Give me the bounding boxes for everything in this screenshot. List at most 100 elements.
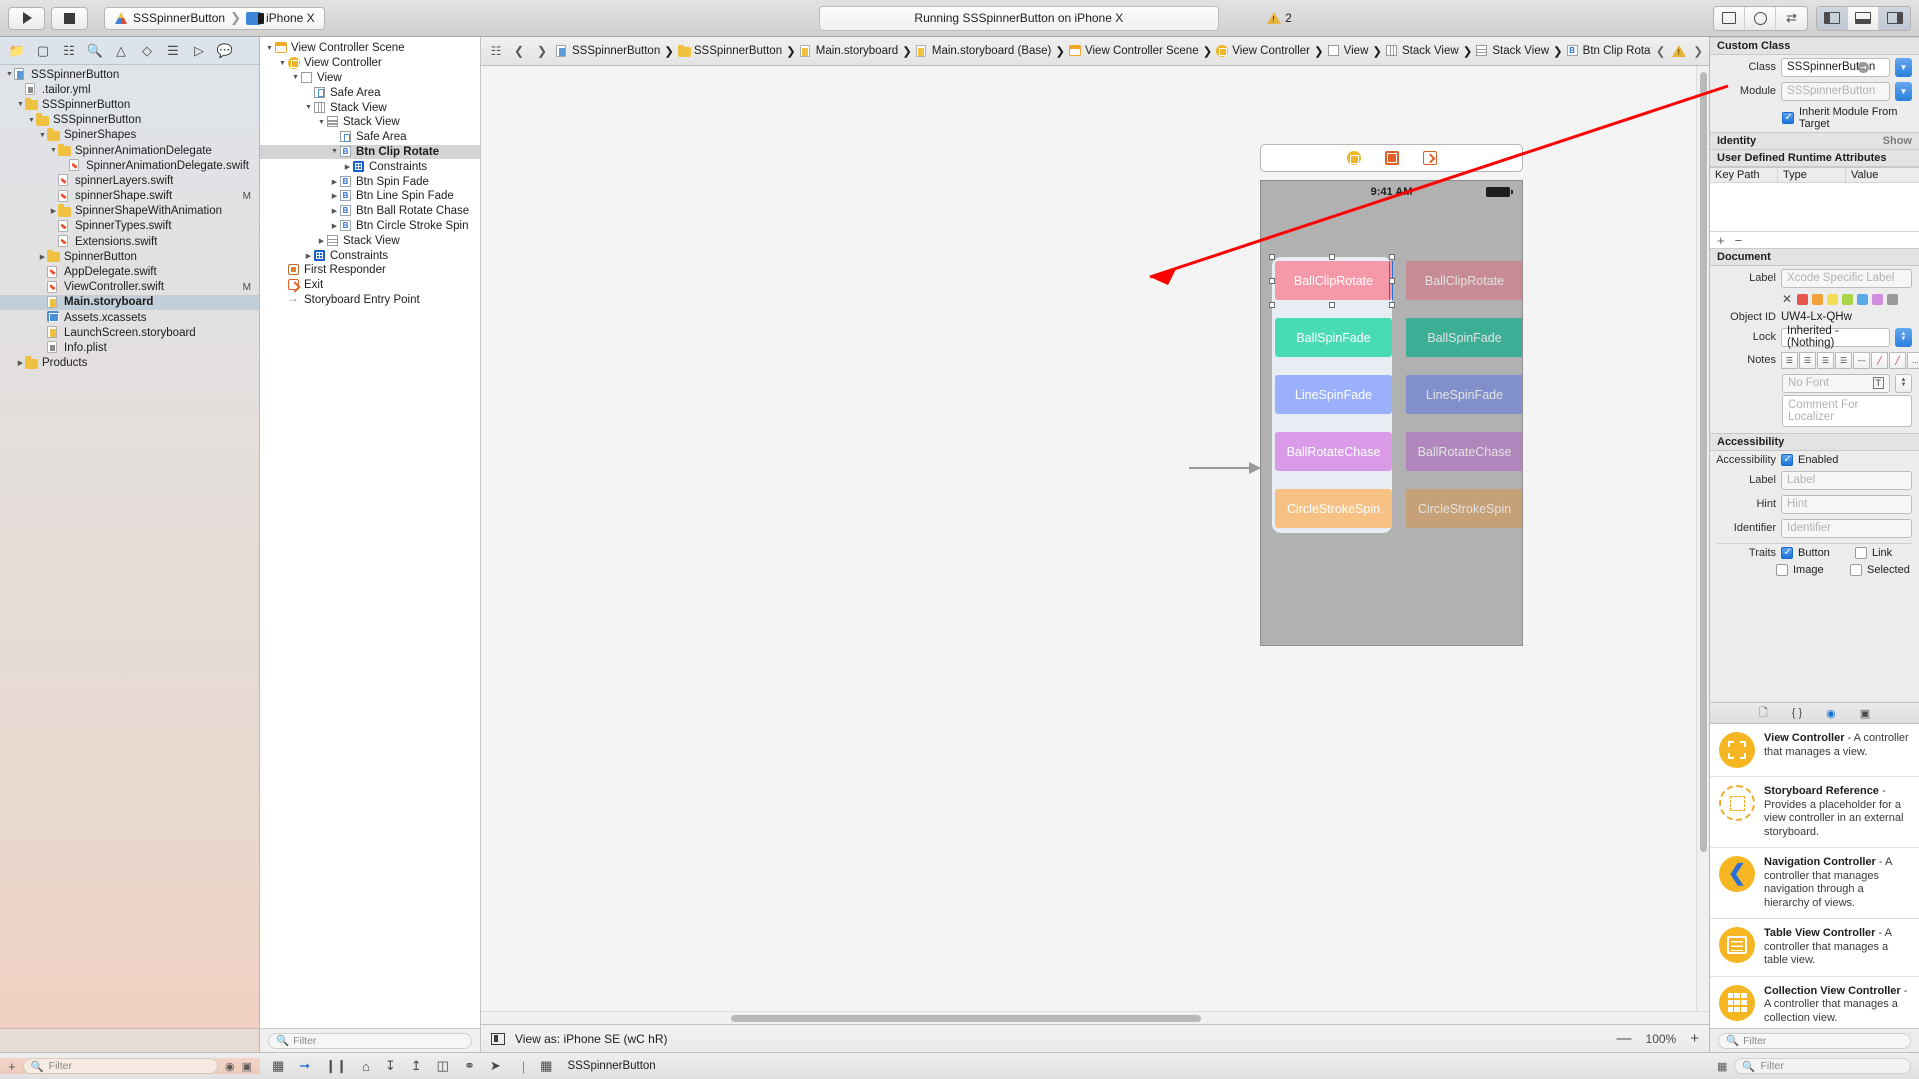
navigator-tabbar[interactable]: 📁 ▢ ☷ 🔍 △ ◇ ☰ ▷ 💬	[0, 37, 259, 65]
clear-icon[interactable]: ➞	[1858, 61, 1869, 73]
canvas-horizontal-scrollbar[interactable]	[481, 1011, 1709, 1024]
navigator-row[interactable]: ▼ SSSpinnerButton	[0, 97, 259, 112]
zoom-out-button[interactable]: —	[1617, 1030, 1632, 1047]
spinner-button[interactable]: BallClipRotate	[1406, 261, 1522, 300]
align-center-icon[interactable]: ☰	[1799, 351, 1816, 369]
outline-row[interactable]: ▶ Stack View	[260, 233, 480, 248]
handle-bottom-right[interactable]	[1389, 302, 1395, 308]
module-dropdown-button[interactable]: ▼	[1895, 81, 1912, 101]
a11y-identifier-input[interactable]: Identifier	[1781, 518, 1912, 538]
runtime-attributes-body[interactable]	[1710, 183, 1919, 231]
color-chip[interactable]	[1842, 293, 1854, 305]
version-editor-button[interactable]: ⇄	[1776, 7, 1807, 30]
report-navigator-tab[interactable]: 💬	[212, 39, 238, 63]
library-tabbar[interactable]: 🗋 { } ◉ ▣	[1710, 702, 1919, 724]
disclosure-down-icon[interactable]: ▼	[16, 101, 25, 108]
navigator-row[interactable]: ▼ SpinnerAnimationDelegate	[0, 143, 259, 158]
library-filter-field[interactable]: 🔍 Filter	[1718, 1032, 1911, 1049]
zoom-in-button[interactable]: +	[1690, 1030, 1699, 1047]
outline-row[interactable]: ▶ B Btn Ball Rotate Chase	[260, 204, 480, 219]
view-as-icon[interactable]	[491, 1032, 505, 1045]
canvas-vertical-scrollbar[interactable]	[1696, 66, 1709, 1011]
handle-mid-left[interactable]	[1269, 278, 1275, 284]
add-attribute-button[interactable]: +	[1717, 233, 1725, 248]
doc-label-input[interactable]: Xcode Specific Label	[1781, 268, 1912, 288]
view-controller-scene[interactable]: 9:41 AM BallClipRotate BallSpinFade LineSp…	[1260, 144, 1523, 646]
navigator-row[interactable]: Extensions.swift	[0, 234, 259, 249]
back-button[interactable]: ❮	[510, 42, 528, 60]
remove-attribute-button[interactable]: −	[1735, 233, 1743, 248]
highlight-icon[interactable]: ╱	[1889, 351, 1906, 369]
library-item[interactable]: Collection View Controller - A controlle…	[1710, 977, 1919, 1029]
breadcrumb-item[interactable]: View Controller	[1216, 45, 1310, 57]
font-picker-icon[interactable]: T	[1872, 377, 1884, 389]
inherit-module-checkbox[interactable]	[1782, 111, 1794, 124]
identity-show-button[interactable]: Show	[1883, 135, 1912, 147]
disclosure-down-icon[interactable]: ▼	[316, 119, 327, 126]
disclosure-right-icon[interactable]: ▶	[342, 163, 353, 171]
trait-image-checkbox[interactable]	[1776, 563, 1788, 576]
breakpoint-navigator-tab[interactable]: ▷	[186, 39, 212, 63]
source-control-navigator-tab[interactable]: ▢	[30, 39, 56, 63]
status-bar[interactable]: Running SSSpinnerButton on iPhone X 2	[818, 5, 1292, 31]
breadcrumb-item[interactable]: View Controller Scene	[1069, 45, 1199, 57]
object-library-list[interactable]: View Controller - A controller that mana…	[1710, 724, 1919, 1028]
breadcrumb-warning-icon[interactable]	[1672, 45, 1687, 57]
outline-row[interactable]: Safe Area	[260, 130, 480, 145]
disclosure-down-icon[interactable]: ▼	[5, 71, 14, 78]
handle-bottom-left[interactable]	[1269, 302, 1275, 308]
navigator-row[interactable]: ▼ SSSpinnerButton	[0, 113, 259, 128]
view-controller-icon[interactable]	[1346, 151, 1361, 165]
filter-source-control-icon[interactable]: ▣	[242, 1060, 252, 1073]
navigator-filter-field[interactable]: 🔍 Filter	[22, 1058, 218, 1074]
color-chip[interactable]	[1797, 293, 1809, 305]
spinner-button[interactable]: LineSpinFade	[1275, 375, 1392, 414]
breadcrumb-item[interactable]: BBtn Clip Rotate	[1566, 45, 1651, 57]
color-chip[interactable]	[1827, 293, 1839, 305]
outline-row[interactable]: Safe Area	[260, 85, 480, 100]
storyboard-canvas[interactable]: 9:41 AM BallClipRotate BallSpinFade LineSp…	[481, 66, 1709, 1024]
standard-editor-button[interactable]	[1714, 6, 1745, 30]
navigator-row[interactable]: Info.plist	[0, 340, 259, 355]
layout-icon[interactable]: ◫	[437, 1058, 449, 1074]
spinner-button[interactable]: BallSpinFade	[1275, 318, 1392, 357]
disclosure-right-icon[interactable]: ▶	[303, 252, 314, 260]
download-icon[interactable]: ↧	[385, 1058, 396, 1074]
more-options-icon[interactable]: ...	[1907, 351, 1919, 369]
navigator-row[interactable]: ▼ SpinerShapes	[0, 128, 259, 143]
breadcrumb-item[interactable]: SSSpinnerButton	[556, 45, 660, 57]
text-color-icon[interactable]: ╱	[1871, 351, 1888, 369]
class-input[interactable]: SSSpinnerButton ➞	[1781, 57, 1890, 77]
project-navigator-tab[interactable]: 📁	[4, 39, 30, 63]
home-icon[interactable]: ⌂	[362, 1059, 370, 1074]
align-right-icon[interactable]: ☰	[1817, 351, 1834, 369]
code-snippet-library-tab[interactable]: { }	[1792, 707, 1802, 719]
handle-top-right[interactable]	[1389, 254, 1395, 260]
link-icon[interactable]: ⚭	[464, 1058, 475, 1074]
navigator-row[interactable]: ViewController.swift M	[0, 280, 259, 295]
font-input[interactable]: No Font T	[1782, 373, 1890, 393]
library-item[interactable]: View Controller - A controller that mana…	[1710, 724, 1919, 777]
runtime-attributes-table[interactable]: Key Path Type Value + −	[1710, 167, 1919, 248]
spinner-button[interactable]: CircleStrokeSpin	[1406, 489, 1522, 528]
disclosure-down-icon[interactable]: ▼	[303, 104, 314, 111]
accessibility-enabled-checkbox[interactable]	[1781, 453, 1793, 466]
file-template-library-tab[interactable]: 🗋	[1759, 704, 1768, 723]
outline-row[interactable]: ▶ Constraints	[260, 159, 480, 174]
library-panel-icon[interactable]: ▦	[272, 1058, 284, 1074]
outline-row[interactable]: ▶ B Btn Spin Fade	[260, 174, 480, 189]
media-library-tab[interactable]: ▣	[1860, 707, 1870, 720]
disclosure-right-icon[interactable]: ▶	[329, 192, 340, 200]
warning-badge[interactable]: 2	[1267, 11, 1292, 25]
outline-row[interactable]: ▼ Stack View	[260, 100, 480, 115]
navigator-row[interactable]: ▶ SpinnerShapeWithAnimation	[0, 204, 259, 219]
chevron-left-icon[interactable]: ❮	[1656, 44, 1666, 58]
spinner-button[interactable]: BallRotateChase	[1406, 432, 1522, 471]
chevron-right-icon[interactable]: ❯	[1693, 44, 1703, 58]
run-button[interactable]	[8, 6, 45, 30]
related-items-icon[interactable]: ☷	[487, 42, 505, 60]
disclosure-down-icon[interactable]: ▼	[38, 132, 47, 139]
handle-bottom-center[interactable]	[1329, 302, 1335, 308]
outline-row[interactable]: ▼ View	[260, 71, 480, 86]
navigator-row[interactable]: SpinnerAnimationDelegate.swift	[0, 158, 259, 173]
